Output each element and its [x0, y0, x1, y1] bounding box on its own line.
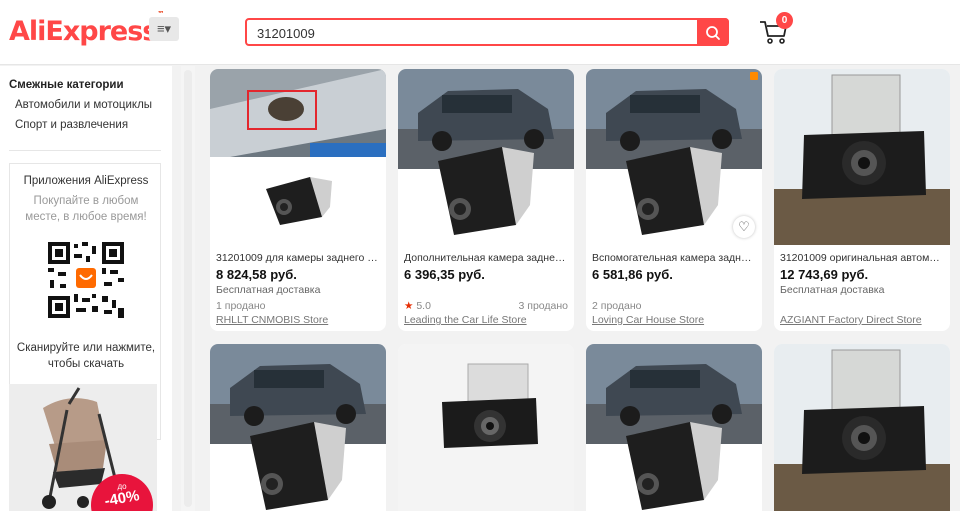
product-card[interactable] — [586, 344, 762, 511]
product-title[interactable]: Вспомогательная камера заднего вида — [592, 252, 756, 264]
scrollbar-thumb[interactable] — [184, 70, 192, 507]
product-price: 8 824,58 руб. — [216, 267, 297, 282]
product-price: 6 396,35 руб. — [404, 267, 485, 282]
wishlist-heart-icon[interactable]: ♡ — [733, 216, 755, 238]
related-categories-title: Смежные категории — [9, 79, 124, 91]
search-button[interactable] — [697, 18, 729, 46]
store-link[interactable]: Loving Car House Store — [592, 314, 704, 326]
app-box-cta: Сканируйте или нажмите, чтобы скачать — [16, 342, 156, 370]
product-image[interactable] — [210, 344, 386, 511]
product-shipping: Бесплатная доставка — [216, 284, 321, 296]
product-sold-count: 3 продано — [518, 300, 569, 312]
divider — [9, 150, 161, 151]
store-link[interactable]: RHLLT CNMOBIS Store — [216, 314, 328, 326]
header: AliExpress™ ≡▾ 0 — [0, 0, 960, 65]
store-link[interactable]: Leading the Car Life Store — [404, 314, 527, 326]
product-card[interactable]: ♡ Вспомогательная камера заднего вида 6 … — [586, 69, 762, 331]
product-image[interactable] — [398, 69, 574, 245]
search-input[interactable] — [257, 23, 687, 43]
product-image[interactable]: ♡ — [586, 69, 762, 245]
scrollbar[interactable] — [181, 66, 195, 511]
product-image[interactable] — [774, 69, 950, 245]
qr-code-icon[interactable] — [48, 242, 124, 318]
product-card[interactable] — [398, 344, 574, 511]
promo-banner[interactable]: до -40% — [9, 384, 157, 511]
product-image[interactable] — [210, 69, 386, 245]
app-box-subtitle: Покупайте в любом месте, в любое время! — [25, 195, 147, 223]
product-card[interactable]: Дополнительная камера заднего вида 6 396… — [398, 69, 574, 331]
sidebar: Смежные категории Автомобили и мотоциклы… — [0, 66, 172, 511]
product-price: 6 581,86 руб. — [592, 267, 673, 282]
product-image[interactable] — [398, 344, 574, 511]
store-link[interactable]: AZGIANT Factory Direct Store — [780, 314, 922, 326]
product-title[interactable]: 31201009 для камеры заднего вида — [216, 252, 380, 264]
product-sold-count: 2 продано — [592, 300, 642, 312]
product-price: 12 743,69 руб. — [780, 267, 869, 282]
product-card[interactable] — [210, 344, 386, 511]
related-category-link[interactable]: Автомобили и мотоциклы — [15, 99, 152, 111]
search-bar — [245, 18, 729, 46]
product-card[interactable] — [774, 344, 950, 511]
product-rating: ★ 5.0 — [404, 300, 431, 312]
product-title[interactable]: 31201009 оригинальная автомобильная каме… — [780, 252, 944, 264]
categories-menu-button[interactable]: ≡▾ — [149, 17, 179, 41]
cart-count-badge: 0 — [776, 12, 793, 29]
app-box-title: Приложения AliExpress — [23, 175, 149, 187]
related-category-link[interactable]: Спорт и развлечения — [15, 119, 128, 131]
product-title[interactable]: Дополнительная камера заднего вида — [404, 252, 568, 264]
product-card[interactable]: 31201009 оригинальная автомобильная каме… — [774, 69, 950, 331]
product-image[interactable] — [774, 344, 950, 511]
star-icon: ★ — [404, 300, 414, 312]
product-sold-count: 1 продано — [216, 300, 266, 312]
search-icon — [706, 26, 720, 40]
product-shipping: Бесплатная доставка — [780, 284, 885, 296]
product-card[interactable]: 31201009 для камеры заднего вида 8 824,5… — [210, 69, 386, 331]
promo-flag-icon — [750, 72, 758, 80]
product-image[interactable] — [586, 344, 762, 511]
aliexpress-logo[interactable]: AliExpress™ — [9, 10, 164, 47]
